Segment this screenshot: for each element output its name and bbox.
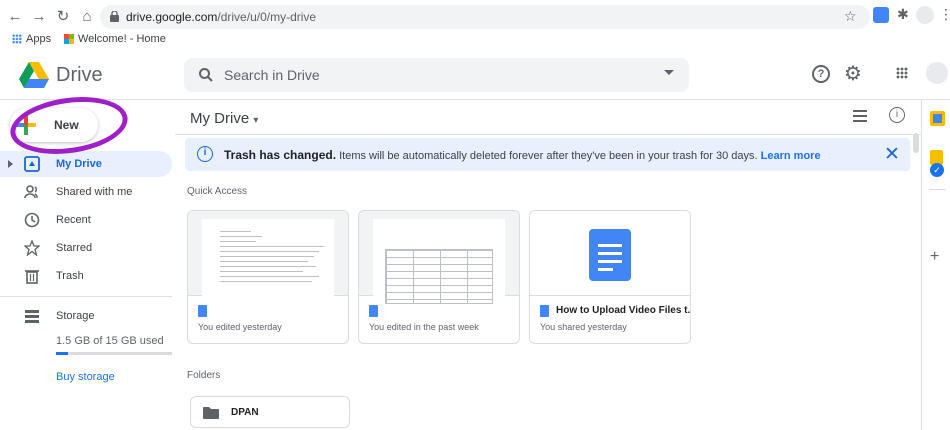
- close-icon[interactable]: ✕: [884, 143, 900, 166]
- table-preview: [373, 219, 505, 304]
- file-thumbnail: [530, 211, 690, 296]
- search-placeholder: Search in Drive: [224, 67, 320, 83]
- file-name: How to Upload Video Files t...: [556, 305, 691, 316]
- extension-icon[interactable]: [873, 7, 889, 23]
- search-options-icon[interactable]: [664, 70, 674, 75]
- file-thumbnail: [359, 211, 519, 304]
- doc-icon: [369, 305, 378, 317]
- file-thumbnail: [188, 211, 348, 304]
- sidebar-item-label: Recent: [56, 214, 91, 226]
- folder-name: DPAN: [231, 407, 259, 418]
- browser-chrome: ← → ↻ ⌂ drive.google.com/drive/u/0/my-dr…: [0, 0, 950, 50]
- file-activity: You edited yesterday: [198, 322, 282, 332]
- trash-icon: [25, 270, 39, 284]
- sidebar-item-label: Shared with me: [56, 186, 133, 198]
- folder-item[interactable]: DPAN: [190, 396, 350, 428]
- page-title-text: My Drive: [190, 110, 250, 127]
- learn-more-link[interactable]: Learn more: [761, 150, 821, 162]
- sidebar-item-label: My Drive: [56, 158, 102, 170]
- storage-progress-fill: [56, 352, 68, 355]
- buy-storage-link[interactable]: Buy storage: [56, 371, 115, 383]
- url-domain: drive.google.com: [126, 10, 218, 24]
- sidebar-item-trash[interactable]: Trash: [0, 263, 172, 289]
- info-icon: i: [197, 146, 213, 162]
- puzzle-icon[interactable]: ✱: [897, 6, 909, 23]
- folders-label: Folders: [187, 370, 221, 381]
- storage-icon: [25, 310, 39, 323]
- account-avatar[interactable]: [926, 62, 948, 84]
- bookmark-apps[interactable]: Apps: [26, 33, 51, 45]
- file-activity: You shared yesterday: [540, 322, 627, 332]
- expand-icon[interactable]: [8, 160, 13, 168]
- calendar-icon[interactable]: [930, 111, 945, 126]
- sidebar-item-label: Storage: [56, 310, 95, 322]
- trash-banner: i Trash has changed. Items will be autom…: [185, 138, 910, 171]
- home-icon[interactable]: ⌂: [78, 8, 96, 26]
- side-panel: ✓ +: [921, 100, 950, 430]
- reload-icon[interactable]: ↻: [54, 8, 72, 26]
- title-divider: [175, 134, 921, 135]
- bookmark-welcome[interactable]: Welcome! - Home: [78, 33, 166, 45]
- browser-menu-icon[interactable]: ⋮: [939, 6, 950, 23]
- shared-icon: [24, 185, 38, 199]
- google-apps-icon[interactable]: [896, 67, 908, 79]
- chevron-down-icon[interactable]: ▾: [253, 115, 258, 126]
- sidebar-item-my-drive[interactable]: My Drive: [0, 151, 172, 177]
- search-input[interactable]: Search in Drive: [184, 58, 689, 92]
- tasks-icon[interactable]: ✓: [930, 163, 944, 177]
- quick-access-card[interactable]: You edited yesterday: [187, 210, 349, 344]
- add-addon-icon[interactable]: +: [930, 248, 939, 266]
- sidebar-item-recent[interactable]: Recent: [0, 207, 172, 233]
- folder-icon: [203, 407, 219, 419]
- storage-used-text: 1.5 GB of 15 GB used: [56, 335, 164, 347]
- banner-headline: Trash has changed.: [224, 148, 337, 162]
- star-icon: [24, 240, 40, 256]
- settings-icon[interactable]: ⚙: [844, 61, 862, 86]
- quick-access-card[interactable]: You edited in the past week: [358, 210, 520, 344]
- quick-access-card[interactable]: How to Upload Video Files t... You share…: [529, 210, 691, 344]
- sidebar-item-label: Starred: [56, 242, 93, 254]
- info-icon[interactable]: i: [889, 107, 905, 123]
- sidebar-item-shared[interactable]: Shared with me: [0, 179, 172, 205]
- doc-icon: [540, 305, 549, 317]
- scrollbar[interactable]: [913, 133, 919, 153]
- rail-divider: [929, 189, 945, 190]
- windows-icon: [64, 34, 74, 44]
- banner-body: Items will be automatically deleted fore…: [339, 150, 758, 162]
- doc-icon: [198, 305, 207, 317]
- main-content: My Drive ▾ i i Trash has changed. Items …: [175, 100, 921, 430]
- quick-access-label: Quick Access: [187, 186, 248, 197]
- star-bookmark-icon[interactable]: ☆: [844, 8, 857, 25]
- apps-grid-icon: [12, 34, 22, 44]
- profile-avatar[interactable]: [916, 6, 934, 24]
- lock-icon: [110, 11, 119, 22]
- url-path: /drive/u/0/my-drive: [217, 10, 317, 24]
- sidebar-item-storage[interactable]: Storage: [0, 303, 172, 329]
- sidebar-item-starred[interactable]: Starred: [0, 235, 172, 261]
- page-title[interactable]: My Drive ▾: [190, 110, 258, 127]
- forward-icon[interactable]: →: [30, 8, 48, 26]
- storage-progress: [56, 352, 172, 355]
- sidebar-item-label: Trash: [56, 270, 84, 282]
- list-view-icon[interactable]: [853, 110, 867, 122]
- clock-icon: [24, 212, 40, 228]
- search-icon[interactable]: [198, 67, 214, 83]
- my-drive-icon: [24, 156, 40, 172]
- google-docs-icon: [589, 229, 631, 281]
- back-icon[interactable]: ←: [6, 8, 24, 26]
- banner-text: Trash has changed. Items will be automat…: [224, 148, 821, 162]
- file-activity: You edited in the past week: [369, 322, 479, 332]
- drive-header: Drive Search in Drive ? ⚙: [0, 50, 950, 100]
- doc-preview: [202, 219, 334, 304]
- sidebar-divider: [0, 296, 172, 297]
- app-name: Drive: [56, 64, 103, 86]
- address-bar[interactable]: drive.google.com/drive/u/0/my-drive ☆: [100, 5, 870, 29]
- drive-logo-icon: [19, 62, 49, 88]
- help-icon[interactable]: ?: [812, 65, 830, 83]
